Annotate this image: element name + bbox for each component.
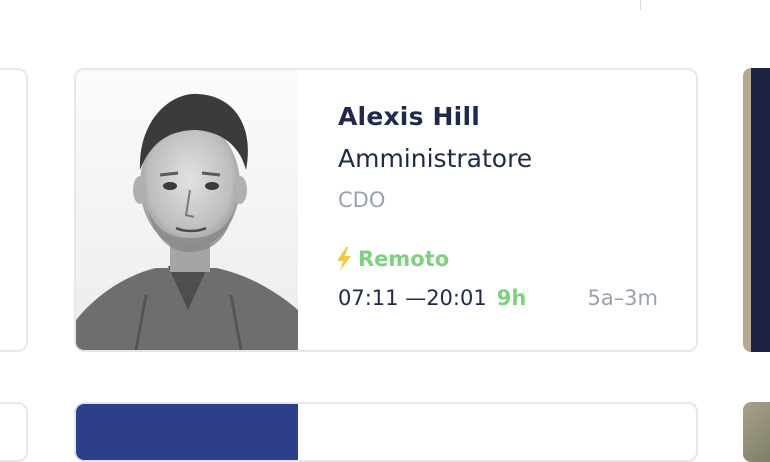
employee-card-partial-right-below[interactable] (743, 402, 770, 462)
employee-card-partial-left-below[interactable] (0, 402, 28, 462)
work-status-label: Remoto (358, 247, 450, 271)
timezone-range: 5a–3m (587, 286, 658, 310)
top-divider (640, 0, 641, 10)
employee-photo-below (76, 404, 298, 460)
employee-card-partial-left[interactable] (0, 68, 28, 352)
employee-role: Amministratore (338, 144, 533, 173)
work-status: Remoto (334, 246, 449, 272)
employee-department: CDO (338, 188, 386, 212)
work-duration: 9h (496, 286, 527, 310)
work-time-range: 07:11 —20:01 (338, 286, 487, 310)
employee-card-partial-right[interactable] (743, 68, 770, 352)
lightning-bolt-icon (337, 247, 351, 271)
work-hours: 07:11 —20:01 9h 5a–3m (338, 286, 658, 310)
employee-info: Alexis Hill Amministratore CDO Remoto 07… (337, 70, 696, 350)
employee-name[interactable]: Alexis Hill (338, 102, 480, 131)
employee-card-below[interactable] (74, 402, 698, 462)
employee-card[interactable]: Alexis Hill Amministratore CDO Remoto 07… (74, 68, 698, 352)
employee-photo (76, 70, 298, 350)
